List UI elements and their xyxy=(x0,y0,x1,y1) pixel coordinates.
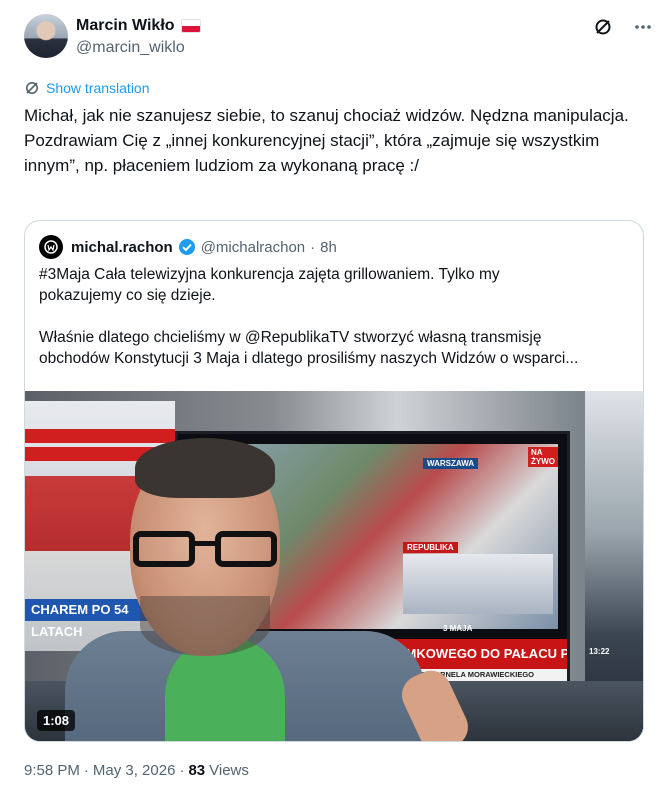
separator-dot: · xyxy=(179,762,185,779)
show-translation-label: Show translation xyxy=(46,80,150,96)
quoted-text: #3Maja Cała telewizyjna konkurencja zaję… xyxy=(39,264,631,369)
author-handle[interactable]: @marcin_wiklo xyxy=(76,39,185,57)
separator-dot: · xyxy=(310,238,316,256)
author-name-row: Marcin Wikło xyxy=(76,17,201,35)
quoted-tweet-header: michal.rachon @michalrachon · 8h xyxy=(39,235,337,259)
quoted-text-line: Właśnie dlatego chcieliśmy w @RepublikaT… xyxy=(39,329,542,346)
quoted-display-name[interactable]: michal.rachon xyxy=(71,239,173,256)
right-tv-time: 13:22 xyxy=(589,647,610,656)
show-translation-link[interactable]: Show translation xyxy=(24,80,150,96)
video-player[interactable]: CHAREM PO 54 LATACH NA ŻYWO WARSZAWA REP… xyxy=(25,391,643,741)
presenter xyxy=(65,438,475,741)
tweet-header: Marcin Wikło @marcin_wiklo xyxy=(24,14,654,64)
quoted-handle: @michalrachon xyxy=(200,238,306,256)
verified-badge-icon xyxy=(178,239,195,255)
author-avatar[interactable] xyxy=(24,14,68,58)
header-actions xyxy=(592,16,654,38)
views-label: Views xyxy=(209,762,249,779)
translate-icon xyxy=(26,82,38,94)
quoted-time[interactable]: 8h xyxy=(320,239,337,256)
author-display-name[interactable]: Marcin Wikło xyxy=(76,17,175,35)
views-count: 83 xyxy=(188,762,206,779)
tweet-text: Michał, jak nie szanujesz siebie, to sza… xyxy=(24,106,634,175)
grok-icon[interactable] xyxy=(592,16,614,38)
quoted-text-line: obchodów Konstytucji 3 Maja i dlatego pr… xyxy=(39,350,579,367)
tweet-date[interactable]: May 3, 2026 xyxy=(93,762,176,779)
video-duration: 1:08 xyxy=(37,710,76,731)
live-badge: NA ŻYWO xyxy=(528,447,558,467)
quoted-text-line: pokazujemy co się dzieje. xyxy=(39,287,216,304)
quoted-tweet[interactable]: michal.rachon @michalrachon · 8h #3Maja … xyxy=(24,220,644,742)
quoted-text-line: #3Maja Cała telewizyjna konkurencja zaję… xyxy=(39,266,500,283)
tweet-footer: 9:58 PM · May 3, 2026 · 83 Views xyxy=(24,762,249,779)
tweet-time[interactable]: 9:58 PM xyxy=(24,762,80,779)
quoted-avatar[interactable] xyxy=(39,235,63,259)
separator-dot: · xyxy=(83,762,89,779)
poland-flag-icon xyxy=(180,19,201,33)
event-label: 3 MAJA xyxy=(443,624,473,633)
more-icon[interactable] xyxy=(632,16,654,38)
